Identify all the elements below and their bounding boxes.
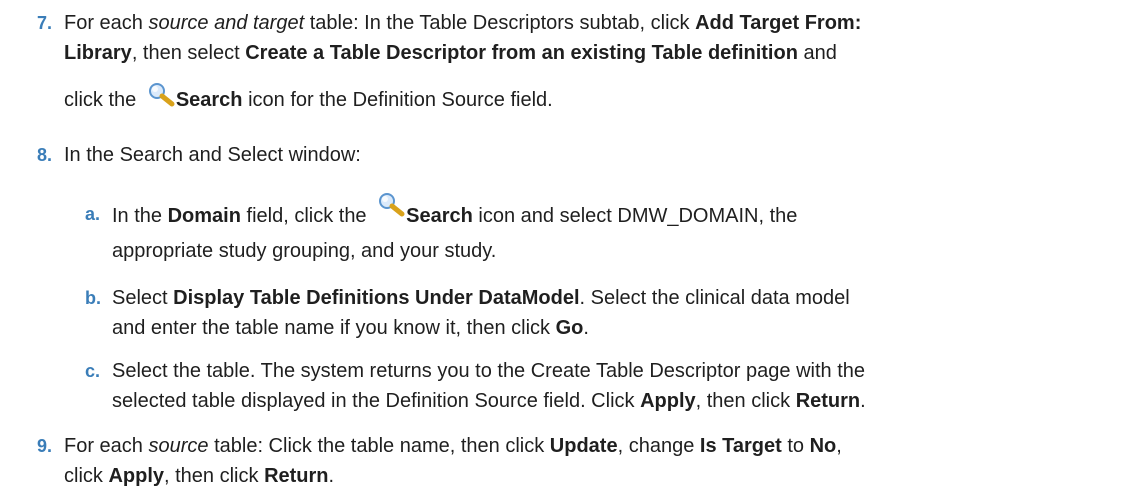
substep-letter: c.	[85, 361, 101, 381]
ui-label: Update	[549, 435, 618, 457]
step-line: click the Search icon for the Definition…	[64, 82, 1124, 115]
step-line: selected table displayed in the Definiti…	[112, 390, 866, 412]
ui-label: Add Target From:	[695, 12, 862, 34]
ui-label: No	[809, 435, 837, 457]
step-text: In the Search and Select window:	[64, 144, 361, 166]
ui-label: Search	[175, 89, 243, 111]
substep-text: Select the table. The system returns you…	[112, 356, 1122, 416]
step-line: Select the table. The system returns you…	[112, 360, 865, 382]
search-icon	[148, 83, 175, 107]
substep-text: Select Display Table Definitions Under D…	[112, 283, 1122, 343]
ui-label: Library	[64, 42, 132, 64]
ui-label: Apply	[108, 465, 165, 487]
ui-label: Return	[795, 390, 861, 412]
step-line: Library, then select Create a Table Desc…	[64, 42, 837, 64]
ui-label: Search	[406, 205, 473, 227]
substep-text: In the Domain field, click the Search ic…	[112, 192, 1122, 266]
step-number: 9.	[37, 436, 53, 456]
step-text: For each source table: Click the table n…	[64, 431, 1124, 491]
substep-letter: b.	[85, 288, 101, 308]
substep-letter: a.	[85, 204, 101, 224]
ui-label: Apply	[640, 390, 696, 412]
search-icon	[379, 193, 405, 217]
ui-label: Return	[264, 465, 329, 487]
step-line: click Apply, then click Return.	[64, 465, 335, 487]
step-line: For each source table: Click the table n…	[64, 435, 842, 457]
step-line: For each source and target table: In the…	[64, 12, 862, 34]
ui-label: Display Table Definitions Under DataMode…	[173, 287, 580, 309]
ui-label: Is Target	[699, 435, 782, 457]
step-text: For each source and target table: In the…	[64, 8, 1124, 115]
step-line: and enter the table name if you know it,…	[112, 317, 589, 339]
ui-label: Create a Table Descriptor from an existi…	[245, 42, 798, 64]
step-line: Select Display Table Definitions Under D…	[112, 287, 850, 309]
ui-label: Domain	[167, 205, 241, 227]
step-line: In the Domain field, click the Search ic…	[112, 192, 1122, 236]
step-line: appropriate study grouping, and your stu…	[112, 240, 497, 262]
step-number: 8.	[37, 145, 53, 165]
step-number: 7.	[37, 13, 53, 33]
ui-label: Go	[555, 317, 584, 339]
